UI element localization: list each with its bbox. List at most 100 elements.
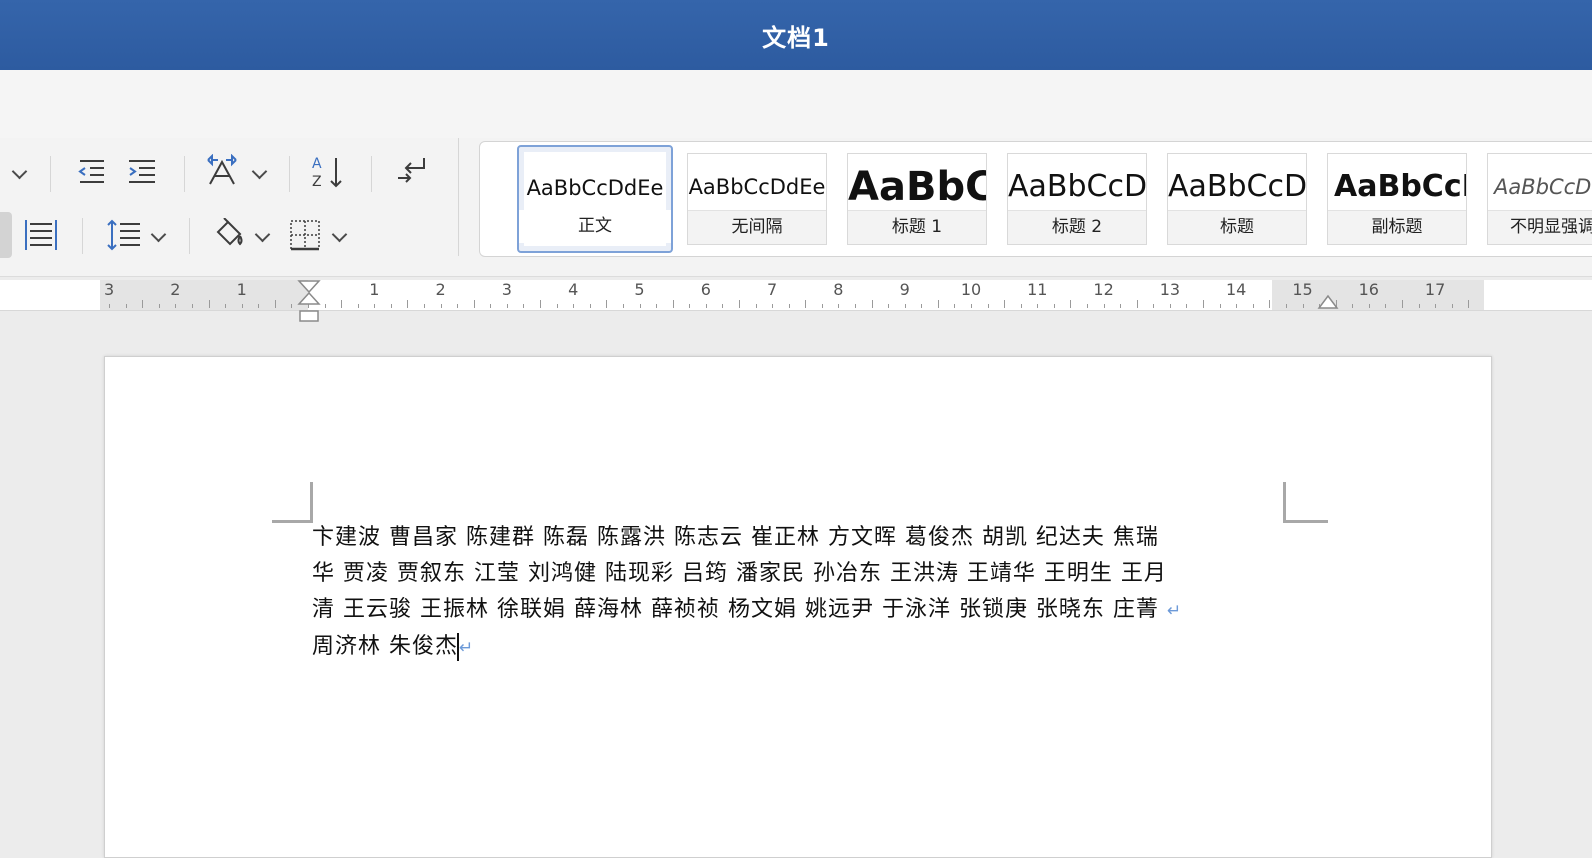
style-heading-2[interactable]: AaBbCcD 标题 2 — [1007, 153, 1147, 245]
ribbon-tab-area — [0, 70, 1592, 138]
ruler-tick — [639, 304, 641, 308]
ruler-tick — [258, 304, 260, 308]
increase-indent-icon[interactable] — [127, 157, 157, 187]
ruler-tick — [1219, 304, 1221, 308]
ruler-tick — [225, 304, 227, 308]
ruler-number: 13 — [1159, 280, 1181, 299]
ruler-tick — [158, 304, 160, 308]
ruler-right-end — [1484, 280, 1592, 310]
ruler-tick — [556, 304, 558, 308]
ruler-number: 2 — [435, 280, 446, 299]
separator — [50, 156, 51, 192]
ruler-tick — [1153, 304, 1155, 308]
right-indent-marker-icon[interactable] — [1317, 294, 1339, 310]
paragraph-marks-icon[interactable] — [394, 154, 430, 190]
distributed-align-icon[interactable] — [24, 218, 58, 252]
ruler-tick — [241, 304, 243, 308]
text-line: 华 贾凌 贾叙东 江莹 刘鸿健 陆现彩 吕筠 潘家民 孙冶东 王洪涛 王靖华 王… — [312, 561, 1167, 586]
ruler-tick — [904, 304, 906, 308]
ruler-tick — [854, 304, 856, 308]
ruler-tick — [1087, 304, 1089, 308]
ruler-tick — [821, 304, 823, 308]
ruler-tick — [1004, 300, 1006, 308]
shading-icon[interactable] — [214, 218, 248, 252]
sort-icon[interactable]: A Z — [310, 154, 346, 190]
style-sample: AaBbCcD — [1008, 169, 1146, 204]
ruler-tick — [1302, 304, 1304, 308]
borders-icon[interactable] — [288, 218, 322, 252]
ruler-number: 14 — [1226, 280, 1247, 299]
ruler-tick — [1252, 304, 1254, 308]
ruler-tick — [357, 304, 359, 308]
title-bar: 文档1 — [0, 0, 1592, 70]
ruler-tick — [109, 304, 111, 308]
ruler-tick — [954, 304, 956, 308]
style-sample: AaBbCcD — [1334, 169, 1466, 204]
svg-text:A: A — [312, 156, 322, 172]
crop-mark-top-left — [272, 482, 313, 523]
style-name: 正文 — [519, 210, 671, 243]
ruler-tick — [1401, 300, 1403, 308]
line-spacing-icon[interactable] — [106, 218, 142, 252]
ruler-left-margin — [100, 280, 308, 310]
ruler-tick — [1120, 304, 1122, 308]
horizontal-ruler[interactable]: 3 2 1 1 2 3 4 5 6 7 8 9 10 11 12 13 14 15 16 17 — [0, 280, 1592, 311]
ruler-tick — [473, 300, 475, 308]
crop-mark-top-right — [1283, 482, 1328, 523]
style-subtle-emphasis[interactable]: AaBbCcDd 不明显强调 — [1487, 153, 1592, 245]
ruler-tick — [772, 304, 774, 308]
ruler-tick — [407, 300, 409, 308]
text-direction-icon[interactable] — [206, 154, 240, 188]
ruler-tick — [1352, 304, 1354, 308]
decrease-indent-icon[interactable] — [76, 157, 106, 187]
style-name: 标题 1 — [848, 210, 986, 244]
ruler-number: 1 — [236, 280, 247, 299]
align-button-partial[interactable] — [0, 212, 12, 258]
style-normal[interactable]: AaBbCcDdEe 正文 — [517, 145, 673, 253]
separator — [189, 218, 190, 254]
style-subtitle[interactable]: AaBbCcD 副标题 — [1327, 153, 1467, 245]
ruler-tick — [1037, 304, 1039, 308]
ruler-tick — [788, 304, 790, 308]
ruler-number: 16 — [1358, 280, 1379, 299]
ruler-tick — [291, 304, 293, 308]
text-line: 周济林 朱俊杰↵ — [312, 633, 475, 661]
ruler-tick — [656, 304, 658, 308]
separator — [289, 156, 290, 192]
svg-text:Z: Z — [312, 174, 322, 190]
ruler-tick — [672, 300, 674, 308]
ruler-number: 5 — [634, 280, 645, 299]
styles-gallery: AaBbCcDdEe 正文 AaBbCcDdEe 无间隔 AaBbC 标题 1 … — [479, 141, 1592, 257]
ruler-tick — [888, 304, 890, 308]
paragraph-mark-icon: ↵ — [1166, 601, 1183, 621]
ruler-tick — [937, 300, 939, 308]
ruler-tick — [1103, 304, 1105, 308]
ruler-number: 6 — [700, 280, 711, 299]
ruler-tick — [1269, 300, 1271, 308]
ruler-tick — [722, 304, 724, 308]
ruler-tick — [1236, 304, 1238, 308]
document-text[interactable]: 卞建波 曹昌家 陈建群 陈磊 陈露洪 陈志云 崔正林 方文晖 葛俊杰 胡凯 纪达… — [312, 520, 1272, 666]
ruler-tick — [274, 300, 276, 308]
ruler-tick — [341, 300, 343, 308]
ruler-tick — [374, 304, 376, 308]
ruler-tick — [324, 304, 326, 308]
ruler-tick — [175, 304, 177, 308]
separator — [82, 218, 83, 254]
ruler-number: 15 — [1292, 280, 1313, 299]
style-heading-1[interactable]: AaBbC 标题 1 — [847, 153, 987, 245]
ruler-tick — [1368, 304, 1370, 308]
ruler-number: 1 — [369, 280, 380, 299]
ruler-number: 4 — [568, 280, 579, 299]
ruler-tick — [490, 304, 492, 308]
style-title[interactable]: AaBbCcD 标题 — [1167, 153, 1307, 245]
first-line-indent-marker-icon[interactable] — [297, 280, 321, 324]
style-sample: AaBbCcDd — [1494, 175, 1592, 199]
ruler-tick — [506, 304, 508, 308]
ruler-tick — [1418, 304, 1420, 308]
style-no-spacing[interactable]: AaBbCcDdEe 无间隔 — [687, 153, 827, 245]
ruler-tick — [1020, 304, 1022, 308]
ruler-tick — [1468, 300, 1470, 308]
ruler-tick — [523, 304, 525, 308]
ruler-tick — [871, 300, 873, 308]
